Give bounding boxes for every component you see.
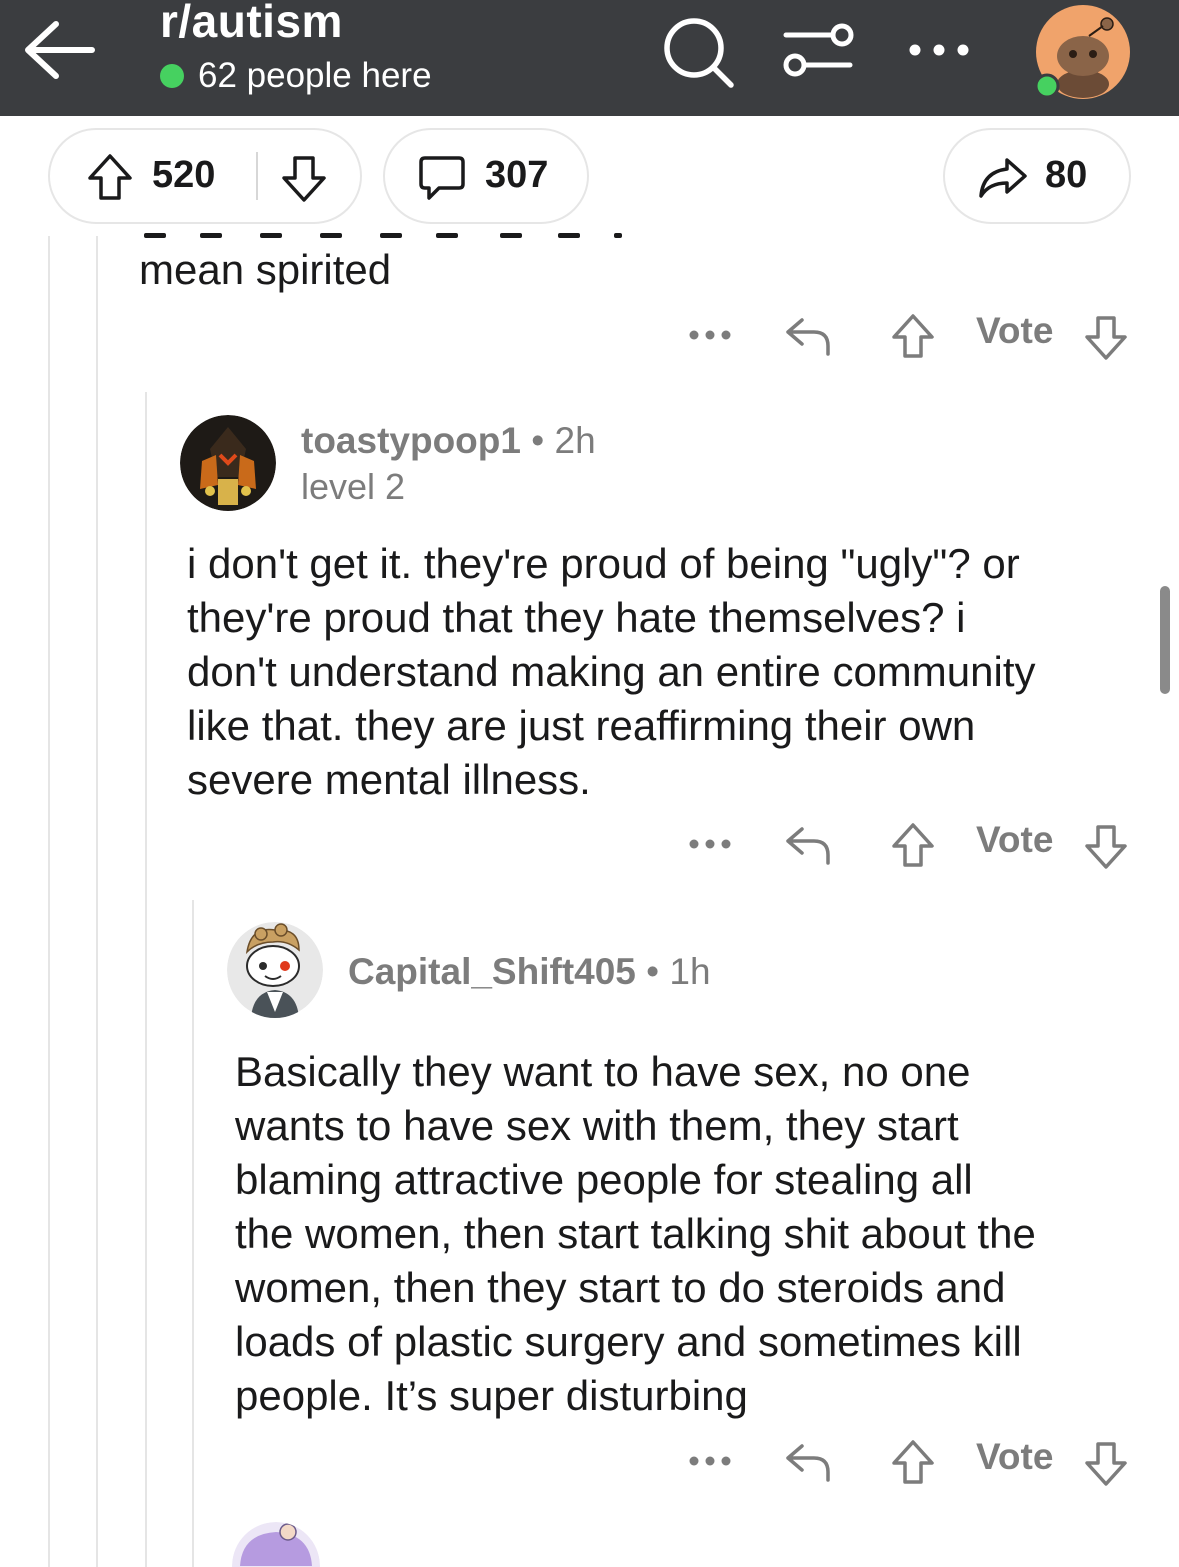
avatar-image (180, 415, 276, 511)
online-dot-icon (160, 64, 184, 88)
clipped-text-line (140, 230, 640, 240)
username[interactable]: Capital_Shift405 (348, 951, 636, 992)
more-options-icon[interactable] (688, 328, 732, 342)
reply-icon[interactable] (784, 314, 832, 358)
comment-line: wants to have sex with them, they start (235, 1102, 959, 1149)
user-avatar[interactable] (227, 922, 323, 1018)
comment-line: people. It’s super disturbing (235, 1372, 748, 1419)
comment-icon (419, 156, 465, 200)
user-avatar[interactable] (180, 415, 276, 511)
comment-line: women, then they start to do steroids an… (235, 1264, 1006, 1311)
filter-button[interactable] (780, 18, 854, 80)
scrollbar[interactable] (1160, 586, 1170, 694)
comment-time: 1h (669, 951, 711, 992)
more-options-icon[interactable] (688, 1454, 732, 1468)
comment-count: 307 (485, 154, 549, 196)
user-avatar (1034, 5, 1130, 99)
reply-icon[interactable] (784, 823, 832, 867)
comment-line: don't understand making an entire commun… (187, 648, 1036, 695)
vote-divider (256, 152, 258, 200)
username[interactable]: toastypoop1 (301, 420, 521, 461)
avatar-image (232, 1522, 320, 1567)
vote-label: Vote (976, 310, 1054, 351)
online-indicator: 62 people here (160, 56, 432, 96)
vote-label: Vote (976, 1436, 1054, 1477)
meta-separator: • (646, 951, 660, 992)
comment-actions: Vote (680, 1432, 1140, 1492)
thread-line[interactable] (192, 900, 194, 1567)
app-header: r/autism 62 people here (0, 0, 1179, 116)
upvote-icon[interactable] (890, 821, 936, 869)
back-arrow-icon (25, 21, 95, 79)
subreddit-name[interactable]: r/autism (160, 0, 343, 48)
thread-line[interactable] (48, 236, 50, 1567)
comment-line: the women, then start talking shit about… (235, 1210, 1036, 1257)
user-avatar[interactable] (232, 1522, 320, 1567)
downvote-icon[interactable] (1083, 1440, 1129, 1488)
comment-body: Basically they want to have sex, no one … (235, 1045, 1036, 1423)
more-options-button[interactable] (905, 30, 975, 70)
post-share-button[interactable]: 80 (943, 128, 1131, 224)
downvote-icon[interactable] (280, 154, 328, 204)
post-comments-button[interactable]: 307 (383, 128, 589, 224)
comment-actions: Vote (680, 815, 1140, 875)
comment-line: Basically they want to have sex, no one (235, 1048, 971, 1095)
reply-icon[interactable] (784, 1440, 832, 1484)
comment-line: blaming attractive people for stealing a… (235, 1156, 973, 1203)
comment-line: like that. they are just reaffirming the… (187, 702, 976, 749)
downvote-icon[interactable] (1083, 314, 1129, 362)
vote-label: Vote (976, 819, 1054, 860)
comment-body: i don't get it. they're proud of being "… (187, 537, 1036, 807)
user-avatar-button[interactable] (1033, 4, 1133, 100)
comment-level: level 2 (301, 466, 406, 507)
thread-line[interactable] (145, 392, 147, 1567)
post-vote-control: 520 (48, 128, 362, 224)
downvote-icon[interactable] (1083, 823, 1129, 871)
filter-icon (783, 23, 854, 77)
upvote-count: 520 (152, 154, 216, 196)
back-button[interactable] (20, 12, 98, 88)
upvote-icon[interactable] (86, 152, 134, 202)
share-icon (979, 158, 1027, 198)
comment-body: mean spirited (139, 246, 392, 293)
comment-line: loads of plastic surgery and sometimes k… (235, 1318, 1022, 1365)
upvote-icon[interactable] (890, 312, 936, 360)
comment-time: 2h (554, 420, 596, 461)
share-count: 80 (1045, 154, 1088, 196)
avatar-image (227, 922, 323, 1018)
thread-line[interactable] (96, 236, 98, 1567)
comment-line: i don't get it. they're proud of being "… (187, 540, 1020, 587)
more-options-icon (909, 44, 969, 56)
comment-line: severe mental illness. (187, 756, 591, 803)
search-button[interactable] (660, 14, 736, 90)
meta-separator: • (531, 420, 545, 461)
upvote-icon[interactable] (890, 1438, 936, 1486)
comment-line: they're proud that they hate themselves?… (187, 594, 966, 641)
comment-meta: toastypoop1 • 2h (301, 420, 596, 462)
comment-meta: Capital_Shift405 • 1h (348, 951, 711, 993)
more-options-icon[interactable] (688, 837, 732, 851)
search-icon (664, 18, 734, 88)
online-count: 62 people here (198, 56, 432, 95)
comment-actions: Vote (680, 306, 1140, 366)
